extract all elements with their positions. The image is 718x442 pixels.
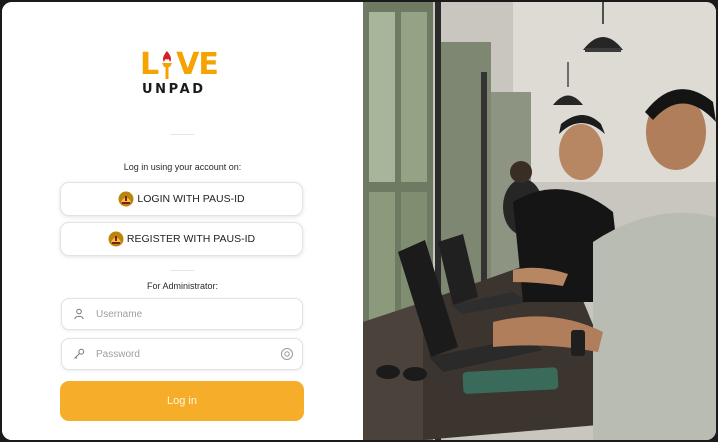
register-with-paus-id-label: REGISTER WITH PAUS-ID (126, 233, 256, 245)
app-window: L VE UNPAD Log in using your account on:… (2, 2, 716, 440)
logo-word-right: VE (176, 47, 219, 82)
unpad-seal-icon (108, 231, 124, 247)
eye-icon[interactable] (280, 348, 294, 360)
logo-subtitle: UNPAD (142, 82, 206, 97)
username-input[interactable] (96, 308, 302, 320)
username-field[interactable] (61, 298, 303, 330)
coworking-scene-illustration (363, 2, 716, 440)
live-unpad-logo: L VE UNPAD (140, 48, 222, 98)
hero-photo (363, 2, 716, 440)
divider (170, 270, 194, 271)
divider (170, 134, 194, 135)
password-input[interactable] (96, 348, 280, 360)
login-panel: L VE UNPAD Log in using your account on:… (2, 2, 363, 440)
password-field[interactable] (61, 338, 303, 370)
login-with-paus-id-button[interactable]: LOGIN WITH PAUS-ID (60, 182, 303, 216)
login-with-paus-id-label: LOGIN WITH PAUS-ID (137, 193, 245, 205)
torch-icon (162, 51, 173, 79)
register-with-paus-id-button[interactable]: REGISTER WITH PAUS-ID (60, 222, 303, 256)
admin-caption: For Administrator: (146, 281, 219, 291)
sso-caption: Log in using your account on: (123, 162, 242, 172)
unpad-seal-icon (118, 191, 134, 207)
logo-word-left: L (140, 47, 159, 82)
login-submit-button[interactable]: Log in (60, 381, 304, 421)
user-icon (74, 308, 84, 320)
key-icon (74, 348, 85, 359)
